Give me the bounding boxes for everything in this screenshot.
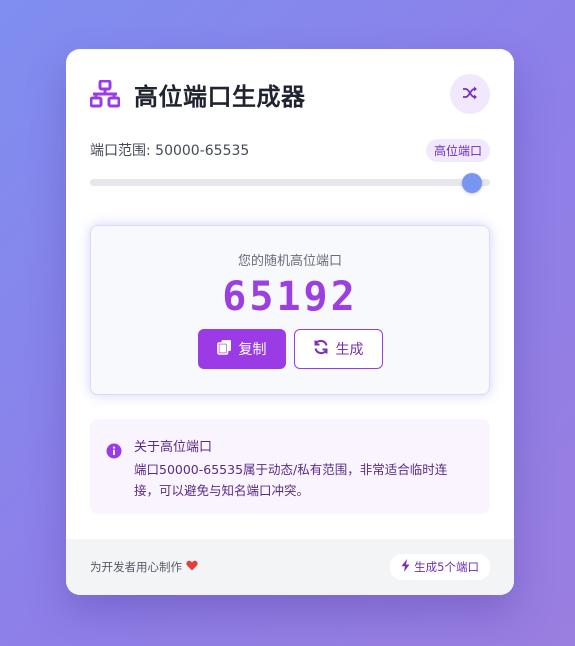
info-box: 关于高位端口 端口50000-65535属于动态/私有范围，非常适合临时连接，可…: [90, 419, 490, 514]
port-caption: 您的随机高位端口: [237, 254, 342, 269]
range-label: 端口范围: 50000-65535: [90, 143, 250, 159]
footer-credit-text: 为开发者用心制作: [90, 560, 182, 574]
action-buttons: 复制 生成: [91, 329, 489, 369]
refresh-icon: [313, 339, 336, 359]
port-result-box: 您的随机高位端口 65192 复制 生成: [90, 225, 490, 395]
range-badge: 高位端口: [425, 138, 490, 162]
slider-thumb[interactable]: [461, 173, 482, 193]
footer-credit: 为开发者用心制作: [90, 559, 198, 575]
slider-track[interactable]: [90, 179, 490, 186]
info-text: 端口50000-65535属于动态/私有范围，非常适合临时连接，可以避免与知名端…: [134, 462, 448, 498]
page-title: 高位端口生成器: [134, 82, 306, 111]
copy-button[interactable]: 复制: [197, 329, 286, 369]
port-number: 65192: [222, 274, 358, 320]
generate-five-button[interactable]: 生成5个端口: [390, 554, 490, 580]
shuffle-icon: [462, 85, 478, 104]
footer: 为开发者用心制作 生成5个端口: [66, 539, 514, 595]
heart-icon: [182, 560, 198, 574]
info-icon: [106, 443, 122, 463]
port-generator-card: 高位端口生成器 端口范围: 50000-65535 高位端口 您的随机高位端口 …: [66, 49, 514, 595]
port-range-slider[interactable]: [90, 173, 490, 193]
bolt-icon: [401, 559, 414, 575]
header: 高位端口生成器: [90, 73, 490, 115]
generate-label: 生成: [335, 342, 364, 358]
info-title: 关于高位端口: [134, 440, 213, 455]
copy-label: 复制: [238, 342, 267, 358]
network-icon: [90, 79, 120, 109]
range-row: 端口范围: 50000-65535 高位端口: [90, 137, 490, 163]
copy-icon: [216, 339, 239, 359]
generate-button[interactable]: 生成: [293, 329, 383, 369]
shuffle-button[interactable]: [450, 74, 490, 114]
generate-five-label: 生成5个端口: [414, 560, 479, 574]
